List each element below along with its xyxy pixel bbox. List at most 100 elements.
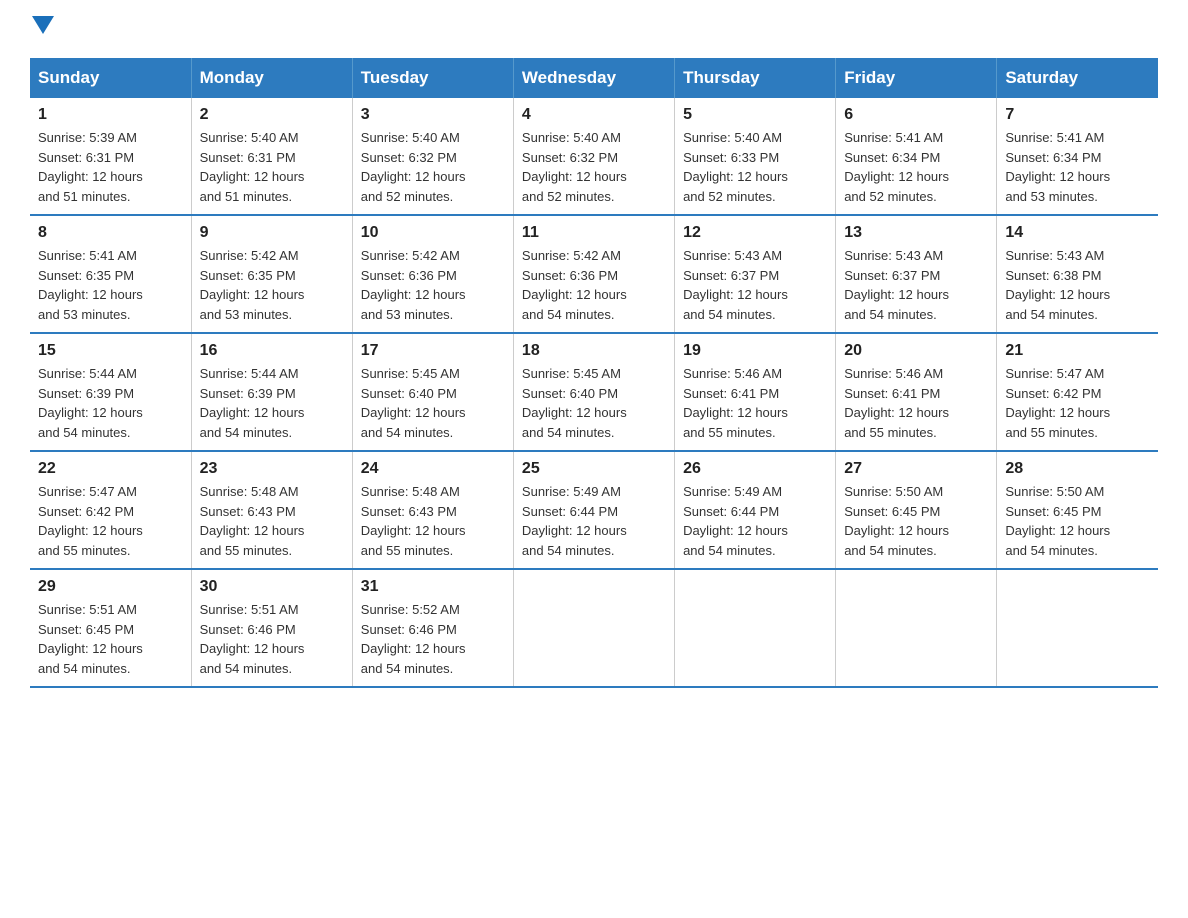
calendar-cell: 3 Sunrise: 5:40 AMSunset: 6:32 PMDaylight… bbox=[352, 98, 513, 215]
calendar-cell: 8 Sunrise: 5:41 AMSunset: 6:35 PMDaylight… bbox=[30, 215, 191, 333]
day-number: 28 bbox=[1005, 460, 1150, 478]
calendar-cell: 20 Sunrise: 5:46 AMSunset: 6:41 PMDayligh… bbox=[836, 333, 997, 451]
calendar-cell: 25 Sunrise: 5:49 AMSunset: 6:44 PMDayligh… bbox=[513, 451, 674, 569]
day-number: 25 bbox=[522, 460, 666, 478]
day-number: 4 bbox=[522, 106, 666, 124]
day-number: 31 bbox=[361, 578, 505, 596]
calendar-cell: 11Sunrise: 5:42 AMSunset: 6:36 PMDayligh… bbox=[513, 215, 674, 333]
day-info: Sunrise: 5:41 AMSunset: 6:34 PMDaylight:… bbox=[844, 128, 988, 206]
day-info: Sunrise: 5:43 AMSunset: 6:37 PMDaylight:… bbox=[844, 246, 988, 324]
calendar-cell: 14 Sunrise: 5:43 AMSunset: 6:38 PMDayligh… bbox=[997, 215, 1158, 333]
day-number: 7 bbox=[1005, 106, 1150, 124]
day-number: 23 bbox=[200, 460, 344, 478]
day-number: 1 bbox=[38, 106, 183, 124]
day-info: Sunrise: 5:43 AMSunset: 6:37 PMDaylight:… bbox=[683, 246, 827, 324]
calendar-header-monday: Monday bbox=[191, 58, 352, 98]
calendar-cell: 17Sunrise: 5:45 AMSunset: 6:40 PMDayligh… bbox=[352, 333, 513, 451]
day-info: Sunrise: 5:47 AMSunset: 6:42 PMDaylight:… bbox=[1005, 364, 1150, 442]
calendar-header-sunday: Sunday bbox=[30, 58, 191, 98]
calendar-cell: 29 Sunrise: 5:51 AMSunset: 6:45 PMDayligh… bbox=[30, 569, 191, 687]
day-info: Sunrise: 5:50 AMSunset: 6:45 PMDaylight:… bbox=[844, 482, 988, 560]
calendar-header-wednesday: Wednesday bbox=[513, 58, 674, 98]
calendar-cell: 22 Sunrise: 5:47 AMSunset: 6:42 PMDayligh… bbox=[30, 451, 191, 569]
day-info: Sunrise: 5:39 AMSunset: 6:31 PMDaylight:… bbox=[38, 128, 183, 206]
day-info: Sunrise: 5:52 AMSunset: 6:46 PMDaylight:… bbox=[361, 600, 505, 678]
day-info: Sunrise: 5:50 AMSunset: 6:45 PMDaylight:… bbox=[1005, 482, 1150, 560]
day-info: Sunrise: 5:46 AMSunset: 6:41 PMDaylight:… bbox=[683, 364, 827, 442]
day-info: Sunrise: 5:45 AMSunset: 6:40 PMDaylight:… bbox=[361, 364, 505, 442]
day-info: Sunrise: 5:45 AMSunset: 6:40 PMDaylight:… bbox=[522, 364, 666, 442]
logo-arrow-icon bbox=[32, 16, 54, 38]
day-number: 22 bbox=[38, 460, 183, 478]
calendar-cell bbox=[675, 569, 836, 687]
calendar-cell: 30 Sunrise: 5:51 AMSunset: 6:46 PMDayligh… bbox=[191, 569, 352, 687]
day-info: Sunrise: 5:49 AMSunset: 6:44 PMDaylight:… bbox=[522, 482, 666, 560]
day-info: Sunrise: 5:46 AMSunset: 6:41 PMDaylight:… bbox=[844, 364, 988, 442]
day-info: Sunrise: 5:51 AMSunset: 6:45 PMDaylight:… bbox=[38, 600, 183, 678]
day-info: Sunrise: 5:47 AMSunset: 6:42 PMDaylight:… bbox=[38, 482, 183, 560]
calendar-week-row: 22 Sunrise: 5:47 AMSunset: 6:42 PMDayligh… bbox=[30, 451, 1158, 569]
day-info: Sunrise: 5:49 AMSunset: 6:44 PMDaylight:… bbox=[683, 482, 827, 560]
day-number: 14 bbox=[1005, 224, 1150, 242]
day-number: 9 bbox=[200, 224, 344, 242]
calendar-cell: 27Sunrise: 5:50 AMSunset: 6:45 PMDayligh… bbox=[836, 451, 997, 569]
logo bbox=[30, 20, 54, 38]
day-info: Sunrise: 5:40 AMSunset: 6:31 PMDaylight:… bbox=[200, 128, 344, 206]
day-info: Sunrise: 5:51 AMSunset: 6:46 PMDaylight:… bbox=[200, 600, 344, 678]
calendar-cell: 24 Sunrise: 5:48 AMSunset: 6:43 PMDayligh… bbox=[352, 451, 513, 569]
calendar-cell: 12 Sunrise: 5:43 AMSunset: 6:37 PMDayligh… bbox=[675, 215, 836, 333]
day-info: Sunrise: 5:40 AMSunset: 6:32 PMDaylight:… bbox=[361, 128, 505, 206]
calendar-cell: 2 Sunrise: 5:40 AMSunset: 6:31 PMDaylight… bbox=[191, 98, 352, 215]
calendar-week-row: 29 Sunrise: 5:51 AMSunset: 6:45 PMDayligh… bbox=[30, 569, 1158, 687]
day-number: 18 bbox=[522, 342, 666, 360]
calendar-cell: 18 Sunrise: 5:45 AMSunset: 6:40 PMDayligh… bbox=[513, 333, 674, 451]
day-number: 19 bbox=[683, 342, 827, 360]
day-number: 8 bbox=[38, 224, 183, 242]
calendar-week-row: 1 Sunrise: 5:39 AMSunset: 6:31 PMDaylight… bbox=[30, 98, 1158, 215]
calendar-header-tuesday: Tuesday bbox=[352, 58, 513, 98]
calendar-cell bbox=[997, 569, 1158, 687]
day-number: 24 bbox=[361, 460, 505, 478]
day-info: Sunrise: 5:40 AMSunset: 6:32 PMDaylight:… bbox=[522, 128, 666, 206]
calendar-header-friday: Friday bbox=[836, 58, 997, 98]
calendar-cell: 1 Sunrise: 5:39 AMSunset: 6:31 PMDaylight… bbox=[30, 98, 191, 215]
day-number: 30 bbox=[200, 578, 344, 596]
day-number: 3 bbox=[361, 106, 505, 124]
page-header bbox=[30, 20, 1158, 38]
calendar-header-saturday: Saturday bbox=[997, 58, 1158, 98]
day-info: Sunrise: 5:41 AMSunset: 6:35 PMDaylight:… bbox=[38, 246, 183, 324]
calendar-cell: 23 Sunrise: 5:48 AMSunset: 6:43 PMDayligh… bbox=[191, 451, 352, 569]
day-number: 11 bbox=[522, 224, 666, 242]
calendar-cell: 31 Sunrise: 5:52 AMSunset: 6:46 PMDayligh… bbox=[352, 569, 513, 687]
calendar-cell: 10Sunrise: 5:42 AMSunset: 6:36 PMDayligh… bbox=[352, 215, 513, 333]
day-number: 13 bbox=[844, 224, 988, 242]
calendar-week-row: 15 Sunrise: 5:44 AMSunset: 6:39 PMDayligh… bbox=[30, 333, 1158, 451]
day-info: Sunrise: 5:44 AMSunset: 6:39 PMDaylight:… bbox=[200, 364, 344, 442]
day-number: 6 bbox=[844, 106, 988, 124]
day-info: Sunrise: 5:40 AMSunset: 6:33 PMDaylight:… bbox=[683, 128, 827, 206]
day-info: Sunrise: 5:44 AMSunset: 6:39 PMDaylight:… bbox=[38, 364, 183, 442]
day-number: 29 bbox=[38, 578, 183, 596]
calendar-header-row: SundayMondayTuesdayWednesdayThursdayFrid… bbox=[30, 58, 1158, 98]
calendar-week-row: 8 Sunrise: 5:41 AMSunset: 6:35 PMDaylight… bbox=[30, 215, 1158, 333]
calendar-header-thursday: Thursday bbox=[675, 58, 836, 98]
day-number: 26 bbox=[683, 460, 827, 478]
day-number: 21 bbox=[1005, 342, 1150, 360]
day-info: Sunrise: 5:42 AMSunset: 6:35 PMDaylight:… bbox=[200, 246, 344, 324]
day-number: 15 bbox=[38, 342, 183, 360]
calendar-cell: 28 Sunrise: 5:50 AMSunset: 6:45 PMDayligh… bbox=[997, 451, 1158, 569]
calendar-cell bbox=[513, 569, 674, 687]
calendar-cell: 16Sunrise: 5:44 AMSunset: 6:39 PMDayligh… bbox=[191, 333, 352, 451]
calendar-cell: 5Sunrise: 5:40 AMSunset: 6:33 PMDaylight… bbox=[675, 98, 836, 215]
day-number: 12 bbox=[683, 224, 827, 242]
day-info: Sunrise: 5:43 AMSunset: 6:38 PMDaylight:… bbox=[1005, 246, 1150, 324]
day-info: Sunrise: 5:48 AMSunset: 6:43 PMDaylight:… bbox=[361, 482, 505, 560]
calendar-cell: 13 Sunrise: 5:43 AMSunset: 6:37 PMDayligh… bbox=[836, 215, 997, 333]
calendar-cell: 4 Sunrise: 5:40 AMSunset: 6:32 PMDaylight… bbox=[513, 98, 674, 215]
day-number: 20 bbox=[844, 342, 988, 360]
day-number: 2 bbox=[200, 106, 344, 124]
day-info: Sunrise: 5:48 AMSunset: 6:43 PMDaylight:… bbox=[200, 482, 344, 560]
calendar-cell: 6 Sunrise: 5:41 AMSunset: 6:34 PMDaylight… bbox=[836, 98, 997, 215]
calendar-cell: 21 Sunrise: 5:47 AMSunset: 6:42 PMDayligh… bbox=[997, 333, 1158, 451]
calendar-table: SundayMondayTuesdayWednesdayThursdayFrid… bbox=[30, 58, 1158, 688]
